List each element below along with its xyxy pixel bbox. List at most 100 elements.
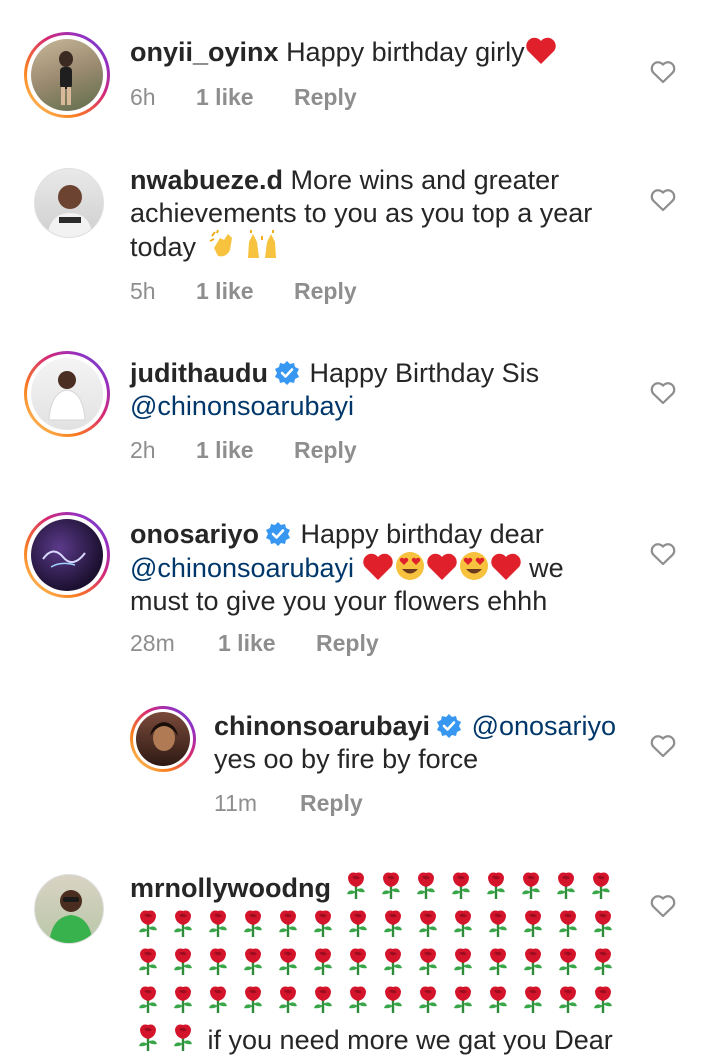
reply-button[interactable]: Reply: [294, 278, 357, 305]
comment-item: nwabueze.d More wins and greater achieve…: [0, 140, 720, 320]
rose-icon: [550, 984, 585, 1022]
user-photo-icon: [47, 185, 93, 237]
rose-row: [130, 946, 630, 984]
reply-button[interactable]: Reply: [316, 630, 379, 657]
comment-text: judithaudu Happy Birthday Sis @chinonsoa…: [130, 357, 539, 423]
comment-username[interactable]: judithaudu: [130, 358, 268, 388]
rose-icon: [235, 908, 270, 946]
rose-icon: [515, 946, 550, 984]
rose-icon: [410, 984, 445, 1022]
verified-badge-icon: [266, 522, 291, 546]
comment-text: mrnollywoodng if you need more we gat yo…: [130, 870, 630, 1060]
avatar[interactable]: [24, 512, 110, 598]
rose-icon: [410, 908, 445, 946]
heart-outline-icon[interactable]: [650, 381, 676, 405]
comment-username[interactable]: onyii_oyinx: [130, 37, 279, 67]
rose-row: [339, 872, 619, 903]
avatar[interactable]: [24, 351, 110, 437]
comment-body: Happy Birthday Sis: [309, 358, 540, 388]
rose-icon: [130, 1022, 165, 1060]
rose-icon: [514, 870, 549, 908]
clapping-hands-icon: [209, 230, 232, 257]
comment-item: judithaudu Happy Birthday Sis @chinonsoa…: [0, 325, 720, 480]
avatar[interactable]: [24, 32, 110, 118]
comment-time: 28m: [130, 630, 175, 656]
rose-icon: [480, 946, 515, 984]
rose-icon: [200, 946, 235, 984]
rose-icon: [305, 908, 340, 946]
rose-icon: [235, 946, 270, 984]
avatar[interactable]: [34, 874, 104, 944]
heart-outline-icon[interactable]: [650, 60, 676, 84]
comment-text: nwabueze.d More wins and greater achieve…: [130, 164, 592, 264]
rose-icon: [340, 984, 375, 1022]
comment-body: achievements to you as you top a year: [130, 198, 593, 228]
rose-icon: [550, 908, 585, 946]
comment-time: 6h: [130, 84, 156, 110]
comment-time: 11m: [214, 790, 258, 816]
rose-icon: [165, 1022, 200, 1060]
reply-button[interactable]: Reply: [300, 790, 363, 817]
comment-username[interactable]: chinonsoarubayi: [214, 711, 430, 741]
reply-button[interactable]: Reply: [294, 437, 357, 464]
rose-icon: [445, 946, 480, 984]
red-heart-icon: [490, 553, 521, 580]
red-heart-icon: [426, 553, 457, 580]
rose-row: [130, 984, 630, 1022]
avatar[interactable]: [34, 168, 104, 238]
rose-icon: [479, 870, 514, 908]
heart-eyes-emoji-icon: [459, 552, 488, 580]
comment-body: if you need more we gat you Dear: [207, 1025, 613, 1055]
mention-link[interactable]: @chinonsoarubayi: [130, 390, 539, 423]
reply-button[interactable]: Reply: [294, 84, 357, 111]
rose-icon: [235, 984, 270, 1022]
mention-link[interactable]: @onosariyo: [472, 711, 616, 741]
rose-icon: [480, 984, 515, 1022]
rose-icon: [130, 946, 165, 984]
heart-eyes-emoji-icon: [395, 552, 424, 580]
comment-body: yes oo by fire by force: [214, 744, 479, 774]
comment-username[interactable]: nwabueze.d: [130, 165, 283, 195]
rose-icon: [480, 908, 515, 946]
heart-outline-icon[interactable]: [650, 894, 676, 918]
likes-count[interactable]: 1 like: [196, 437, 294, 464]
heart-outline-icon[interactable]: [650, 188, 676, 212]
rose-icon: [584, 870, 619, 908]
rose-icon: [444, 870, 479, 908]
comment-meta: 2h 1 like Reply: [130, 437, 357, 464]
likes-count[interactable]: 1 like: [196, 278, 294, 305]
mention-link[interactable]: @chinonsoarubayi: [130, 553, 354, 583]
rose-icon: [585, 984, 620, 1022]
likes-count[interactable]: 1 like: [218, 630, 316, 657]
comment-body: today: [130, 232, 197, 262]
rose-icon: [445, 984, 480, 1022]
likes-count[interactable]: 1 like: [196, 84, 294, 111]
rose-icon: [375, 908, 410, 946]
rose-icon: [130, 984, 165, 1022]
comment-text: onyii_oyinx Happy birthday girly: [130, 36, 557, 69]
heart-outline-icon[interactable]: [650, 542, 676, 566]
rose-icon: [305, 984, 340, 1022]
rose-icon: [445, 908, 480, 946]
avatar[interactable]: [130, 706, 196, 772]
raising-hands-icon: [248, 230, 277, 258]
verified-badge-icon: [437, 714, 462, 738]
comment-text: chinonsoarubayi @onosariyo yes oo by fir…: [214, 710, 616, 776]
rose-icon: [585, 908, 620, 946]
rose-icon: [409, 870, 444, 908]
comment-meta: 28m 1 like Reply: [130, 630, 379, 657]
heart-outline-icon[interactable]: [650, 734, 676, 758]
rose-icon: [200, 984, 235, 1022]
rose-icon: [550, 946, 585, 984]
comment-username[interactable]: mrnollywoodng: [130, 873, 331, 903]
comment-meta: 11m Reply: [214, 790, 363, 817]
rose-icon: [515, 908, 550, 946]
rose-icon: [270, 984, 305, 1022]
comment-time: 5h: [130, 278, 156, 304]
user-photo-icon: [48, 371, 86, 421]
user-photo-icon: [42, 550, 86, 568]
comment-body: Happy birthday dear: [300, 519, 544, 549]
comment-username[interactable]: onosariyo: [130, 519, 259, 549]
rose-icon: [549, 870, 584, 908]
comment-time: 2h: [130, 437, 156, 463]
